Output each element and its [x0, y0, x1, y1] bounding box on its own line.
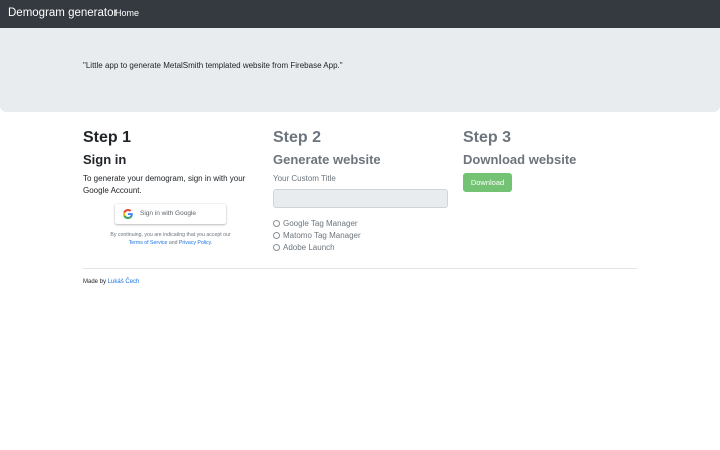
step-1-description: To generate your demogram, sign in with … [83, 174, 246, 195]
custom-title-label: Your Custom Title [273, 174, 336, 183]
option-label: Matomo Tag Manager [283, 230, 361, 240]
option-matomo-tag-manager[interactable]: Matomo Tag Manager [273, 229, 453, 241]
custom-title-input[interactable] [273, 189, 448, 208]
terms-prefix: By continuing, you are indicating that y… [110, 232, 231, 238]
step-2-subtitle: Generate website [273, 152, 381, 167]
step-3-subtitle: Download website [463, 152, 577, 167]
step-3-column: Step 3 Download website Download [463, 128, 643, 192]
option-label: Google Tag Manager [283, 218, 358, 228]
step-2-column: Step 2 Generate website Your Custom Titl… [273, 128, 453, 253]
radio-button[interactable] [273, 243, 280, 251]
radio-button[interactable] [273, 219, 280, 227]
terms-and: and [168, 239, 178, 246]
privacy-policy-link[interactable]: Privacy Policy [179, 240, 211, 246]
terms-suffix: . [210, 239, 213, 246]
step-2-title: Step 2 [273, 129, 322, 146]
google-g-icon [123, 209, 133, 219]
app-brand[interactable]: Demogram generator [8, 7, 117, 19]
footer-divider [83, 268, 637, 269]
terms-notice: By continuing, you are indicating that y… [83, 232, 258, 247]
google-sign-in-button[interactable]: Sign in with Google [115, 204, 226, 224]
footer-prefix: Made by [83, 279, 107, 285]
tag-manager-options: Google Tag Manager Matomo Tag Manager Ad… [273, 217, 453, 253]
step-1-title: Step 1 [83, 129, 132, 146]
footer: Made by Lukáš Čech [83, 279, 139, 285]
top-navbar: Demogram generator Home [0, 0, 720, 28]
intro-banner: "Little app to generate MetalSmith templ… [0, 28, 720, 112]
intro-lead-text: "Little app to generate MetalSmith templ… [83, 61, 343, 70]
step-1-column: Step 1 Sign in To generate your demogram… [83, 128, 263, 246]
option-label: Adobe Launch [283, 242, 335, 252]
option-google-tag-manager[interactable]: Google Tag Manager [273, 217, 453, 229]
nav-home-link[interactable]: Home [115, 8, 139, 18]
download-button[interactable]: Download [463, 173, 512, 192]
author-link[interactable]: Lukáš Čech [108, 279, 140, 285]
radio-button[interactable] [273, 231, 280, 239]
option-adobe-launch[interactable]: Adobe Launch [273, 241, 453, 253]
terms-of-service-link[interactable]: Terms of Service [129, 240, 168, 246]
step-3-title: Step 3 [463, 129, 512, 146]
google-sign-in-label: Sign in with Google [140, 209, 197, 217]
step-1-subtitle: Sign in [83, 152, 127, 167]
